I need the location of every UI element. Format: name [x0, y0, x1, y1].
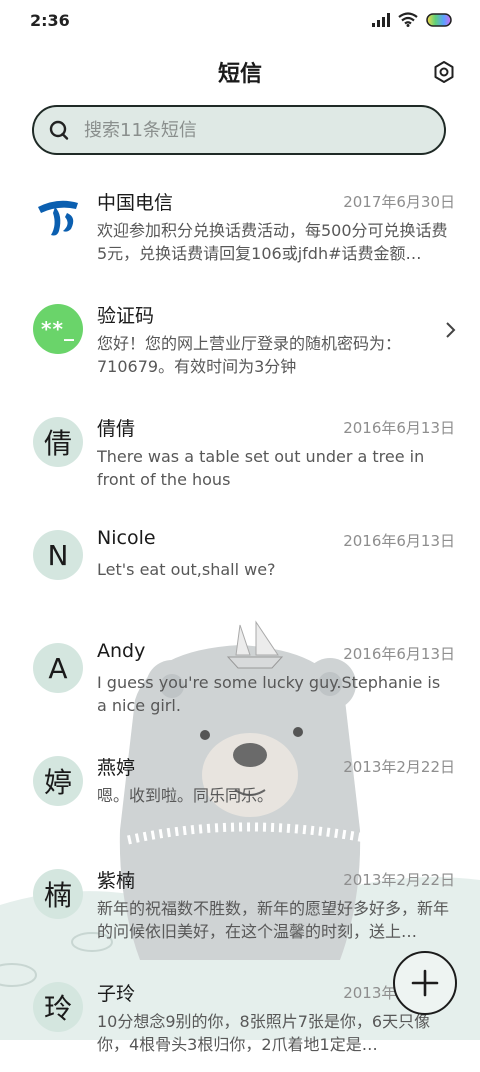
message-date: 2013年2月22日 — [343, 758, 455, 776]
signal-icon — [372, 12, 390, 27]
conversation-item[interactable]: 婷 燕婷 2013年2月22日 嗯。收到啦。同乐同乐。 — [0, 733, 480, 846]
conversation-item[interactable]: 楠 紫楠 2013年2月22日 新年的祝福数不胜数，新年的愿望好多好多，新年的问… — [0, 846, 480, 959]
avatar: 婷 — [33, 756, 83, 806]
conversation-item[interactable]: A Andy 2016年6月13日 I guess you're some lu… — [0, 620, 480, 733]
message-snippet: 10分想念9别的你，8张照片7张是你，6天只像你，4根骨头3根归你，2爪着地1定… — [97, 1012, 431, 1054]
status-bar: 2:36 — [0, 0, 480, 42]
avatar: N — [33, 530, 83, 580]
conversation-item[interactable]: 倩 倩倩 2016年6月13日 There was a table set ou… — [0, 394, 480, 507]
message-date: 2016年6月13日 — [343, 419, 455, 437]
conversation-item[interactable]: N Nicole 2016年6月13日 Let's eat out,shall … — [0, 507, 480, 620]
search-icon — [49, 120, 69, 140]
page-title: 短信 — [217, 62, 262, 87]
message-snippet: 欢迎参加积分兑换话费活动，每500分可兑换话费5元，兑换话费请回复106或jfd… — [97, 221, 448, 263]
message-date: 2017年6月30日 — [343, 193, 455, 211]
contact-name: 燕婷 — [97, 757, 136, 779]
message-date: 2016年6月13日 — [343, 645, 455, 663]
status-time: 2:36 — [30, 11, 70, 30]
contact-name: Nicole — [97, 527, 156, 549]
avatar — [33, 191, 83, 241]
gear-icon — [434, 61, 454, 83]
conversation-item[interactable]: 中国电信 2017年6月30日 欢迎参加积分兑换话费活动，每500分可兑换话费5… — [0, 168, 480, 281]
avatar: 倩 — [33, 417, 83, 467]
new-message-button[interactable] — [393, 951, 457, 1015]
wifi-icon — [398, 12, 418, 27]
contact-name: Andy — [97, 640, 146, 662]
contact-name: 中国电信 — [97, 192, 174, 214]
plus-icon — [411, 969, 439, 997]
header: 短信 — [0, 46, 480, 94]
message-snippet: Let's eat out,shall we? — [97, 560, 276, 579]
contact-name: 倩倩 — [97, 418, 136, 440]
avatar: 楠 — [33, 869, 83, 919]
china-telecom-logo-icon — [38, 200, 78, 236]
search-bar[interactable] — [32, 105, 446, 155]
status-icons — [372, 12, 454, 27]
avatar: A — [33, 643, 83, 693]
settings-button[interactable] — [428, 56, 460, 88]
avatar: **_ — [33, 304, 83, 354]
contact-name: 紫楠 — [97, 870, 136, 892]
message-date: 2013年2月22日 — [343, 871, 455, 889]
conversation-item[interactable]: **_ 验证码 您好！您的网上营业厅登录的随机密码为：710679。有效时间为3… — [0, 281, 480, 394]
battery-icon — [426, 12, 452, 27]
search-input[interactable] — [82, 118, 406, 142]
message-date: 2016年6月13日 — [343, 532, 455, 550]
contact-name: 验证码 — [97, 305, 155, 327]
contact-name: 子玲 — [97, 983, 136, 1005]
message-snippet: 新年的祝福数不胜数，新年的愿望好多好多，新年的问候依旧美好，在这个温馨的时刻，送… — [97, 899, 449, 941]
message-snippet: 嗯。收到啦。同乐同乐。 — [97, 786, 274, 805]
conversation-list: 中国电信 2017年6月30日 欢迎参加积分兑换话费活动，每500分可兑换话费5… — [0, 168, 480, 1072]
message-snippet: There was a table set out under a tree i… — [97, 447, 425, 489]
chevron-right-icon[interactable] — [444, 320, 458, 340]
avatar: 玲 — [33, 982, 83, 1032]
message-snippet: 您好！您的网上营业厅登录的随机密码为：710679。有效时间为3分钟 — [97, 334, 402, 376]
message-snippet: I guess you're some lucky guy.Stephanie … — [97, 673, 441, 715]
